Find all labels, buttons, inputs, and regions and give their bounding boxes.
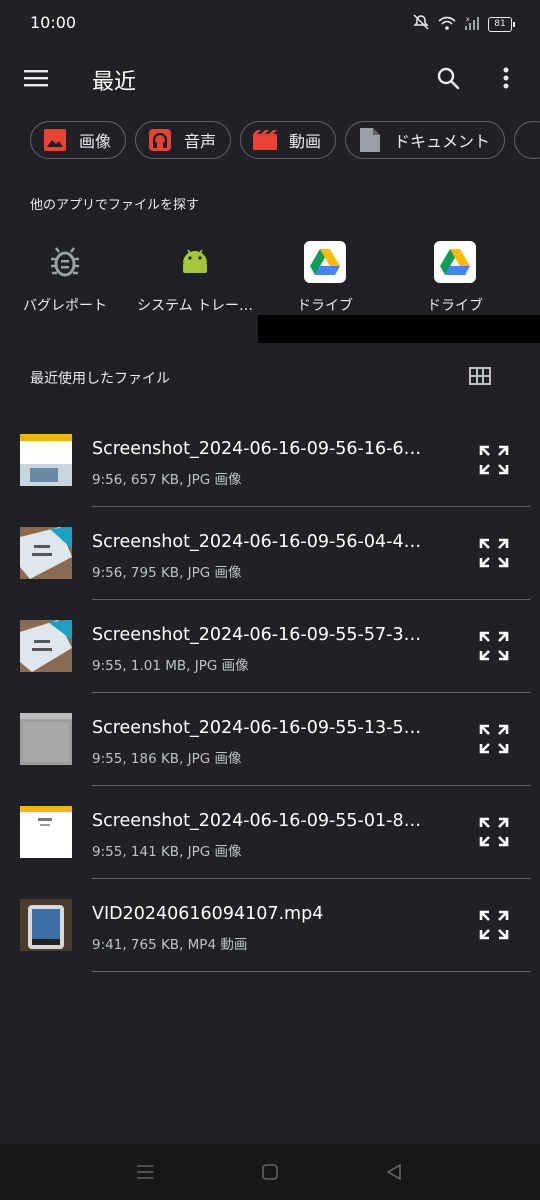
chip-label: 画像 [79,132,112,151]
file-row[interactable]: Screenshot_2024-06-16-09-56-04-45_ff… 9:… [0,507,540,600]
android-icon [173,240,217,284]
file-meta: 9:55, 141 KB, JPG 画像 [92,844,242,860]
expand-icon [479,910,509,940]
headphones-icon [148,128,172,152]
file-meta: 9:41, 765 KB, MP4 動画 [92,937,248,953]
status-bar: 10:00 x 81 [0,0,540,46]
recents-button[interactable] [131,1158,159,1186]
grid-view-icon [469,367,491,385]
search-icon [437,67,460,90]
app-label: ドライブ [427,298,483,314]
recent-files-list: Screenshot_2024-06-16-09-56-16-67_4… 9:5… [0,414,540,972]
expand-icon [479,817,509,847]
bug-icon [43,240,87,284]
app-drive-2[interactable]: ドライブ [390,232,520,315]
file-name: Screenshot_2024-06-16-09-55-57-39_ff… [92,625,432,645]
search-button[interactable] [430,60,466,96]
chip-audio[interactable]: 音声 [135,121,232,159]
menu-button[interactable] [18,60,54,96]
app-bar: 最近 [0,46,540,112]
recent-section-label: 最近使用したファイル [30,371,170,387]
more-options-button[interactable] [490,60,522,96]
system-nav-bar [0,1144,540,1200]
file-row[interactable]: Screenshot_2024-06-16-09-55-57-39_ff… 9:… [0,600,540,693]
file-row[interactable]: Screenshot_2024-06-16-09-55-01-82_4… 9:5… [0,786,540,879]
preview-button[interactable] [476,907,512,943]
expand-icon [479,538,509,568]
file-row[interactable]: Screenshot_2024-06-16-09-55-13-51_c… 9:5… [0,693,540,786]
preview-button[interactable] [476,628,512,664]
preview-button[interactable] [476,442,512,478]
image-icon [43,128,67,152]
expand-icon [479,631,509,661]
home-icon [262,1164,278,1180]
file-thumbnail [20,434,72,486]
dnd-off-icon [412,14,430,34]
expand-icon [479,724,509,754]
divider [92,971,530,972]
file-name: Screenshot_2024-06-16-09-55-13-51_c… [92,718,432,738]
status-time: 10:00 [30,13,77,32]
file-row[interactable]: Screenshot_2024-06-16-09-56-16-67_4… 9:5… [0,414,540,507]
chip-more[interactable] [514,121,540,159]
recents-icon [137,1165,153,1179]
file-name: Screenshot_2024-06-16-09-55-01-82_4… [92,811,432,831]
battery-icon: 81 [488,16,515,32]
file-meta: 9:56, 657 KB, JPG 画像 [92,472,242,488]
file-meta: 9:55, 1.01 MB, JPG 画像 [92,658,249,674]
more-vert-icon [503,67,509,89]
preview-button[interactable] [476,814,512,850]
grid-view-button[interactable] [466,362,494,390]
file-name: VID20240616094107.mp4 [92,904,324,924]
chip-documents[interactable]: ドキュメント [345,121,506,159]
file-thumbnail [20,527,72,579]
redaction-bar [258,315,540,343]
apps-section-label: 他のアプリでファイルを探す [30,198,200,213]
file-name: Screenshot_2024-06-16-09-56-16-67_4… [92,439,432,459]
google-drive-icon [433,240,477,284]
app-label: ドライブ [297,298,353,314]
file-thumbnail [20,899,72,951]
expand-icon [479,445,509,475]
chip-images[interactable]: 画像 [30,121,127,159]
preview-button[interactable] [476,535,512,571]
google-drive-icon [303,240,347,284]
other-apps-row: バグレポート システム トレー… ドライブ ドライブ [0,232,540,322]
home-button[interactable] [256,1158,284,1186]
file-name: Screenshot_2024-06-16-09-56-04-45_ff… [92,532,432,552]
app-drive-1[interactable]: ドライブ [260,232,390,315]
chip-label: 音声 [184,132,217,151]
file-thumbnail [20,713,72,765]
chip-label: ドキュメント [394,132,491,151]
app-system-tracing[interactable]: システム トレー… [130,232,260,315]
app-bug-report[interactable]: バグレポート [0,232,130,315]
signal-icon: x [464,15,480,34]
hamburger-icon [24,70,48,87]
category-chips: 画像 音声 動画 ドキュメント [30,121,540,163]
wifi-icon [438,15,456,34]
file-thumbnail [20,806,72,858]
svg-text:x: x [466,16,470,23]
file-thumbnail [20,620,72,672]
file-meta: 9:55, 186 KB, JPG 画像 [92,751,242,767]
app-label: システム トレー… [136,298,254,314]
chip-videos[interactable]: 動画 [240,121,337,159]
status-icons: x 81 [412,14,515,34]
back-button[interactable] [380,1158,408,1186]
chip-label: 動画 [289,132,322,151]
page-title: 最近 [92,70,137,95]
app-label: バグレポート [23,298,107,314]
back-icon [386,1163,401,1181]
preview-button[interactable] [476,721,512,757]
document-icon [358,128,382,152]
file-row[interactable]: VID20240616094107.mp4 9:41, 765 KB, MP4 … [0,879,540,972]
movie-icon [253,128,278,152]
file-meta: 9:56, 795 KB, JPG 画像 [92,565,242,581]
